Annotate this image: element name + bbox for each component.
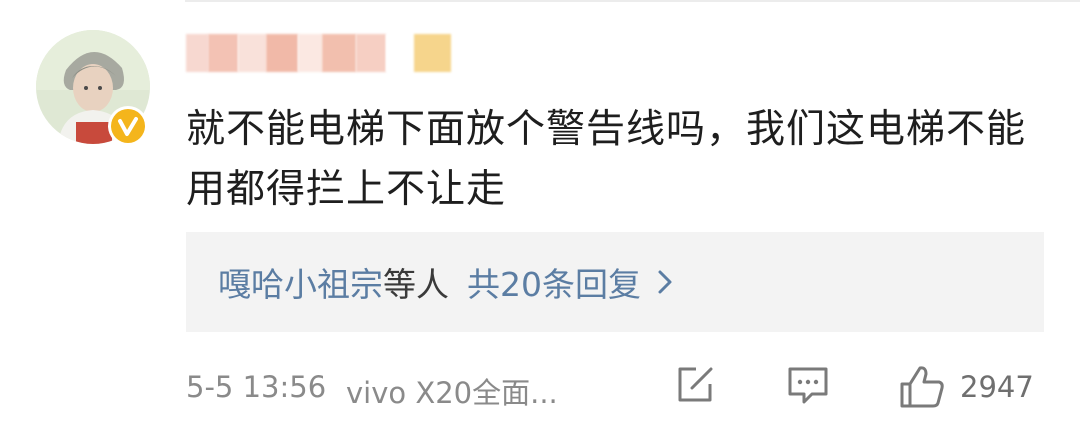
reply-count-link[interactable]: 共20条回复 bbox=[467, 258, 641, 306]
edit-icon[interactable] bbox=[674, 364, 716, 410]
device-label: vivo X20全面... bbox=[346, 376, 558, 410]
chevron-right-icon bbox=[657, 268, 673, 296]
reply-users-link[interactable]: 嘎哈小祖宗 bbox=[218, 258, 383, 306]
comment-icon[interactable] bbox=[786, 364, 830, 410]
username-pixelated[interactable] bbox=[186, 34, 451, 72]
thumbs-up-icon[interactable] bbox=[898, 364, 946, 414]
reply-users-suffix: 等人 bbox=[383, 265, 449, 304]
timestamp: 5-5 13:56 bbox=[186, 370, 327, 404]
top-divider bbox=[185, 0, 1080, 2]
like-count: 2947 bbox=[960, 370, 1034, 404]
replies-panel[interactable]: 嘎哈小祖宗 等人 共20条回复 bbox=[186, 232, 1044, 332]
verified-badge-icon bbox=[108, 106, 148, 146]
comment-footer: 5-5 13:56 vivo X20全面... 2947 bbox=[186, 360, 1056, 414]
comment-text: 就不能电梯下面放个警告线吗，我们这电梯不能用都得拦上不让走 bbox=[186, 107, 1027, 212]
